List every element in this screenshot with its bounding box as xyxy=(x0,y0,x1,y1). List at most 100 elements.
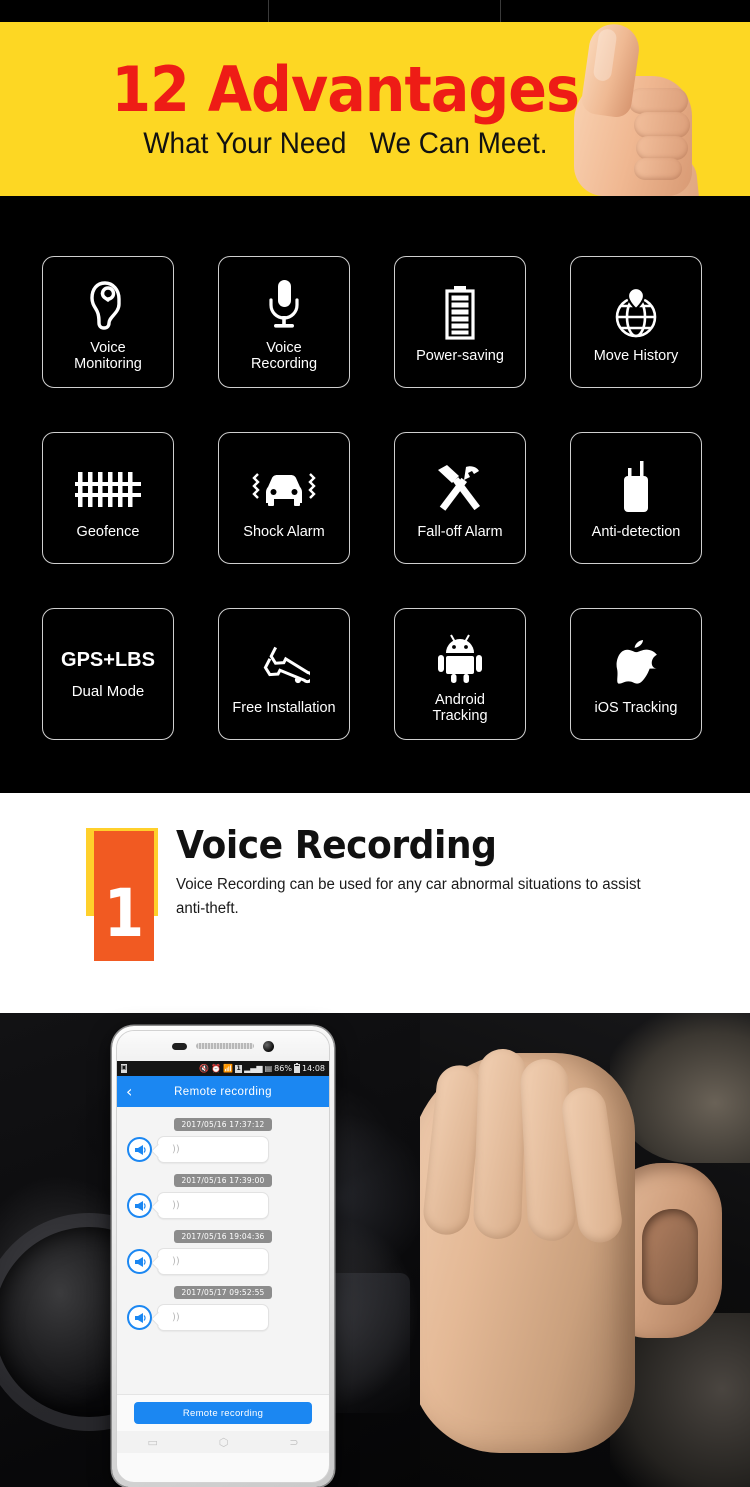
feature-card-fall-off-alarm[interactable]: Fall-off Alarm xyxy=(394,432,526,564)
audio-bubble[interactable]: )) xyxy=(157,1304,269,1331)
back-icon[interactable]: ⊃ xyxy=(289,1436,298,1449)
chevron-left-icon[interactable]: ‹ xyxy=(126,1083,132,1100)
phone-footer: Remote recording xyxy=(117,1394,329,1431)
signal-4g-icon: ▂▄▆ xyxy=(244,1063,263,1073)
sim-card-icon: ▣ xyxy=(121,1064,127,1073)
recording-timestamp: 2017/05/16 17:39:00 xyxy=(174,1174,272,1187)
phone-mockup: ▣ 🔇 ⏰ 📶 1 ▂▄▆ ▤ 86% 14:08 ‹ Remote recor… xyxy=(112,1026,334,1487)
badge-orange-block: 1 xyxy=(94,831,154,961)
earpiece-speaker-icon xyxy=(196,1043,254,1049)
ear-icon xyxy=(86,272,130,338)
listening-ear-photo xyxy=(420,1013,750,1487)
recording-timestamp: 2017/05/16 17:37:12 xyxy=(174,1118,272,1131)
feature-label: Voice Recording xyxy=(250,339,318,372)
wifi-icon: 📶 xyxy=(223,1063,234,1073)
sound-wave-icon: )) xyxy=(172,1199,180,1211)
android-nav-bar: ▭ ⬡ ⊃ xyxy=(117,1431,329,1453)
globe-pin-icon xyxy=(610,280,662,346)
feature-card-voice-recording[interactable]: Voice Recording xyxy=(218,256,350,388)
feature-label: Voice Monitoring xyxy=(74,339,142,372)
phone-screen: ▣ 🔇 ⏰ 📶 1 ▂▄▆ ▤ 86% 14:08 ‹ Remote recor… xyxy=(116,1030,330,1483)
sim1-icon: 1 xyxy=(235,1064,243,1073)
feature-label: Fall-off Alarm xyxy=(417,523,503,540)
cupped-hand xyxy=(420,1048,635,1453)
front-camera-icon xyxy=(263,1040,274,1052)
phone-status-bar: ▣ 🔇 ⏰ 📶 1 ▂▄▆ ▤ 86% 14:08 xyxy=(117,1061,329,1076)
list-item[interactable]: 2017/05/16 17:37:12 )) xyxy=(117,1118,329,1163)
megaphone-icon[interactable] xyxy=(127,1137,152,1162)
section-number: 1 xyxy=(103,875,145,953)
audio-bubble[interactable]: )) xyxy=(157,1248,269,1275)
wrench-icon xyxy=(258,632,310,698)
audio-bubble[interactable]: )) xyxy=(157,1136,269,1163)
detector-icon xyxy=(616,456,656,522)
hero-banner: 12 Advantages What Your Need We Can Meet… xyxy=(0,22,750,196)
megaphone-icon[interactable] xyxy=(127,1305,152,1330)
list-item[interactable]: 2017/05/17 09:52:55 )) xyxy=(117,1286,329,1331)
list-item[interactable]: 2017/05/16 17:39:00 )) xyxy=(117,1174,329,1219)
railway-track-icon xyxy=(75,456,141,522)
feature-card-shock-alarm[interactable]: Shock Alarm xyxy=(218,432,350,564)
recordings-list[interactable]: 2017/05/16 17:37:12 )) 2017/05/16 17:39:… xyxy=(117,1107,329,1394)
feature-card-ios-tracking[interactable]: iOS Tracking xyxy=(570,608,702,740)
feature-card-move-history[interactable]: Move History xyxy=(570,256,702,388)
car-vibration-icon xyxy=(248,456,320,522)
image-seam-right xyxy=(500,0,501,22)
image-seam-left xyxy=(268,0,269,22)
feature-label: Move History xyxy=(593,347,679,364)
recents-icon[interactable]: ▭ xyxy=(147,1436,157,1449)
megaphone-icon[interactable] xyxy=(127,1249,152,1274)
microphone-icon xyxy=(265,272,303,338)
section-description: Voice Recording can be used for any car … xyxy=(176,876,641,918)
features-grid: Voice Monitoring Voice Recording Power-s… xyxy=(42,256,702,740)
thumbs-up-icon xyxy=(550,22,740,196)
feature-label: Geofence xyxy=(76,523,140,540)
feature-sublabel: Dual Mode xyxy=(71,682,145,700)
feature-card-power-saving[interactable]: Power-saving xyxy=(394,256,526,388)
android-icon xyxy=(435,624,485,690)
feature-card-geofence[interactable]: Geofence xyxy=(42,432,174,564)
page-subtitle: What Your Need We Can Meet. xyxy=(142,127,548,160)
remote-recording-button[interactable]: Remote recording xyxy=(134,1402,312,1424)
feature-label: iOS Tracking xyxy=(594,699,678,716)
status-clock: 14:08 xyxy=(301,1064,325,1073)
axe-hammer-icon xyxy=(432,456,488,522)
section-title: Voice Recording xyxy=(176,823,497,867)
feature-label: Shock Alarm xyxy=(243,523,325,540)
feature-label: Free Installation xyxy=(232,699,336,716)
feature-label: Anti-detection xyxy=(591,523,681,540)
page-title: 12 Advantages xyxy=(111,53,580,126)
sound-wave-icon: )) xyxy=(172,1143,180,1155)
apple-icon xyxy=(613,632,659,698)
sensor-icon xyxy=(172,1042,187,1050)
recording-timestamp: 2017/05/17 09:52:55 xyxy=(174,1286,272,1299)
section-number-badge: 1 xyxy=(86,828,158,963)
sound-wave-icon: )) xyxy=(172,1255,180,1267)
feature-card-gps-lbs[interactable]: GPS+LBS Dual Mode xyxy=(42,608,174,740)
phone-earpiece-row xyxy=(117,1031,329,1061)
feature-card-voice-monitoring[interactable]: Voice Monitoring xyxy=(42,256,174,388)
top-black-strip xyxy=(0,0,750,22)
feature-label: Android Tracking xyxy=(432,691,488,724)
feature-label: GPS+LBS xyxy=(61,649,155,672)
feature-card-free-installation[interactable]: Free Installation xyxy=(218,608,350,740)
alarm-icon: ⏰ xyxy=(211,1063,222,1073)
home-icon[interactable]: ⬡ xyxy=(219,1436,229,1449)
battery-icon xyxy=(293,1063,300,1073)
battery-icon xyxy=(443,280,477,346)
list-item[interactable]: 2017/05/16 19:04:36 )) xyxy=(117,1230,329,1275)
feature-card-android-tracking[interactable]: Android Tracking xyxy=(394,608,526,740)
battery-percent: 86% xyxy=(274,1064,292,1073)
features-section: Voice Monitoring Voice Recording Power-s… xyxy=(0,196,750,793)
feature-label: Power-saving xyxy=(416,347,504,364)
audio-bubble[interactable]: )) xyxy=(157,1192,269,1219)
mute-icon: 🔇 xyxy=(199,1063,210,1073)
sound-wave-icon: )) xyxy=(172,1311,180,1323)
voice-recording-section: 1 Voice Recording Voice Recording can be… xyxy=(0,793,750,1013)
feature-card-anti-detection[interactable]: Anti-detection xyxy=(570,432,702,564)
recording-timestamp: 2017/05/16 19:04:36 xyxy=(174,1230,272,1243)
app-title: Remote recording xyxy=(174,1085,272,1098)
ear-inner xyxy=(642,1209,698,1305)
megaphone-icon[interactable] xyxy=(127,1193,152,1218)
sd-card-icon: ▤ xyxy=(264,1063,273,1073)
